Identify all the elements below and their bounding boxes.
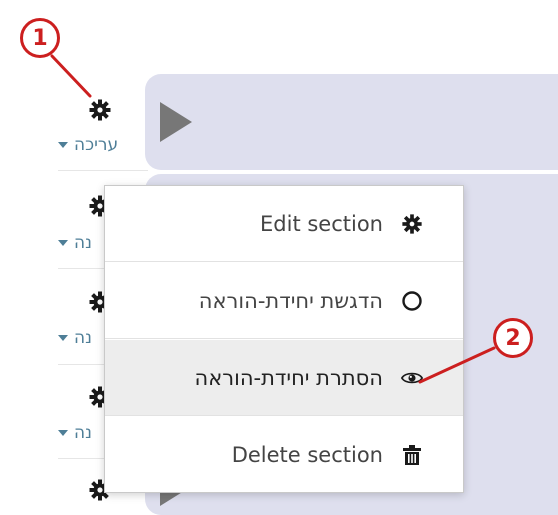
section-action-menu: Edit section הדגשת יחידת-הוראה הסתרת יחי… [104,185,464,493]
section-panel [145,74,558,170]
caret-down-icon [58,335,68,341]
edit-dropdown[interactable]: עריכה [58,134,118,156]
menu-item-label: Edit section [260,211,383,236]
edit-section-menu-item[interactable]: Edit section [105,186,463,262]
eye-icon [401,367,423,389]
edit-label: עריכה [74,135,119,155]
play-icon[interactable] [160,102,192,142]
menu-item-label: Delete section [231,443,383,467]
menu-item-label: הסתרת יחידת-הוראה [194,365,384,390]
caret-down-icon [58,142,68,148]
trash-icon [401,444,423,466]
annotation-callout: 1 [20,18,60,58]
menu-item-label: הדגשת יחידת-הוראה [198,288,383,313]
gear-icon [401,213,423,235]
edit-dropdown[interactable]: נה [58,232,92,254]
highlight-section-menu-item[interactable]: הדגשת יחידת-הוראה [105,263,463,339]
caret-down-icon [58,430,68,436]
delete-section-menu-item[interactable]: Delete section [105,417,463,493]
hide-section-menu-item[interactable]: הסתרת יחידת-הוראה [105,340,463,416]
caret-down-icon [58,240,68,246]
edit-dropdown[interactable]: נה [58,327,92,349]
edit-dropdown[interactable]: נה [58,422,92,444]
annotation-callout: 2 [493,318,533,358]
row-divider [58,170,148,171]
edit-label: נה [74,423,92,443]
circle-outline-icon [401,290,423,312]
edit-label: נה [74,233,92,253]
edit-label: נה [74,328,92,348]
gear-icon[interactable] [88,98,112,122]
